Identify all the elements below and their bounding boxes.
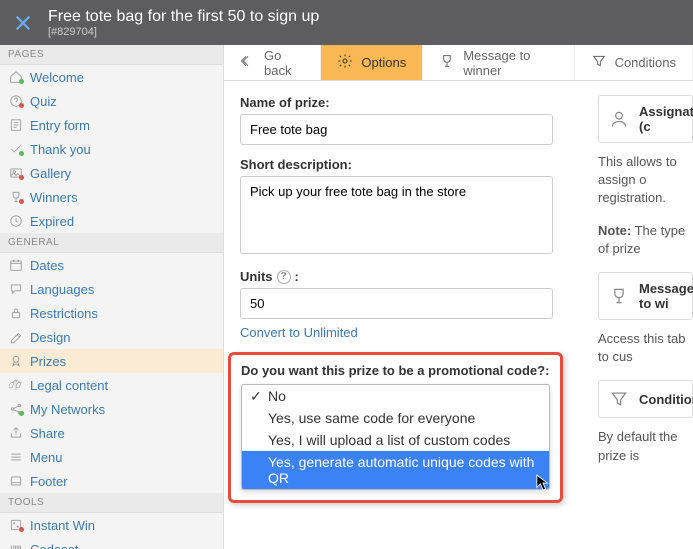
promo-highlight: Do you want this prize to be a promotion… bbox=[228, 352, 563, 503]
section-general: GENERAL bbox=[0, 233, 223, 253]
page-id: [#829704] bbox=[48, 26, 319, 38]
note-text: Note: The type of prize bbox=[598, 222, 693, 258]
assign-box[interactable]: Assignation (c bbox=[598, 95, 693, 143]
expired-icon bbox=[8, 213, 24, 229]
units-input[interactable] bbox=[240, 288, 553, 319]
nav-thankyou[interactable]: Thank you bbox=[0, 137, 223, 161]
convert-link[interactable]: Convert to Unlimited bbox=[240, 325, 568, 340]
home-icon bbox=[8, 69, 24, 85]
help-icon[interactable]: ? bbox=[277, 270, 291, 284]
name-label: Name of prize: bbox=[240, 95, 568, 110]
right-panel: Assignation (c This allows to assign ore… bbox=[584, 81, 693, 549]
menu-icon bbox=[8, 449, 24, 465]
section-tools: TOOLS bbox=[0, 493, 223, 513]
share-icon bbox=[8, 425, 24, 441]
nav-expired[interactable]: Expired bbox=[0, 209, 223, 233]
name-input[interactable] bbox=[240, 114, 553, 145]
nav-prizes[interactable]: Prizes bbox=[0, 349, 223, 373]
gear-icon bbox=[337, 53, 353, 72]
filter-icon bbox=[609, 389, 629, 409]
nav-dates[interactable]: Dates bbox=[0, 253, 223, 277]
nav-gallery[interactable]: Gallery bbox=[0, 161, 223, 185]
lock-icon bbox=[8, 305, 24, 321]
sidebar: PAGES Welcome Quiz Entry form Thank you … bbox=[0, 45, 224, 549]
units-label: Units?: bbox=[240, 269, 568, 284]
nav-entry[interactable]: Entry form bbox=[0, 113, 223, 137]
assign-text: This allows to assign oregistration. bbox=[598, 153, 693, 208]
cursor-icon bbox=[536, 474, 550, 492]
nav-restrictions[interactable]: Restrictions bbox=[0, 301, 223, 325]
quiz-icon bbox=[8, 93, 24, 109]
tab-back[interactable]: Go back bbox=[224, 45, 321, 80]
nav-footer[interactable]: Footer bbox=[0, 469, 223, 493]
promo-opt-qr[interactable]: Yes, generate automatic unique codes wit… bbox=[242, 451, 549, 489]
tab-winner[interactable]: Message to winner bbox=[423, 45, 574, 80]
footer-icon bbox=[8, 473, 24, 489]
nav-instantwin[interactable]: Instant Win bbox=[0, 513, 223, 537]
calendar-icon bbox=[8, 257, 24, 273]
legal-icon bbox=[8, 377, 24, 393]
nav-languages[interactable]: Languages bbox=[0, 277, 223, 301]
dice-icon bbox=[8, 517, 24, 533]
user-icon bbox=[609, 109, 629, 129]
promo-opt-upload[interactable]: Yes, I will upload a list of custom code… bbox=[242, 429, 549, 451]
msg-box[interactable]: Message to wi bbox=[598, 272, 693, 320]
nav-menu[interactable]: Menu bbox=[0, 445, 223, 469]
page-title: Free tote bag for the first 50 to sign u… bbox=[48, 8, 319, 26]
prize-icon bbox=[8, 353, 24, 369]
trophy-icon bbox=[8, 189, 24, 205]
thanks-icon bbox=[8, 141, 24, 157]
nav-legal[interactable]: Legal content bbox=[0, 373, 223, 397]
tab-conditions[interactable]: Conditions bbox=[575, 45, 693, 80]
nav-share[interactable]: Share bbox=[0, 421, 223, 445]
back-icon bbox=[240, 53, 256, 72]
network-icon bbox=[8, 401, 24, 417]
nav-design[interactable]: Design bbox=[0, 325, 223, 349]
nav-quiz[interactable]: Quiz bbox=[0, 89, 223, 113]
promo-dropdown[interactable]: No Yes, use same code for everyone Yes, … bbox=[241, 384, 550, 490]
promo-opt-no[interactable]: No bbox=[242, 385, 549, 407]
nav-networks[interactable]: My Networks bbox=[0, 397, 223, 421]
trophy-icon bbox=[439, 53, 455, 72]
section-pages: PAGES bbox=[0, 45, 223, 65]
desc-label: Short description: bbox=[240, 157, 568, 172]
form-icon bbox=[8, 117, 24, 133]
desc-input[interactable] bbox=[240, 176, 553, 254]
chat-icon bbox=[8, 281, 24, 297]
cond-text: By default the prize is bbox=[598, 428, 693, 464]
msg-text: Access this tab to cus bbox=[598, 330, 693, 366]
nav-winners[interactable]: Winners bbox=[0, 185, 223, 209]
barcode-icon bbox=[8, 541, 24, 549]
tabs: Go back Options Message to winner Condit… bbox=[224, 45, 693, 81]
filter-icon bbox=[591, 53, 607, 72]
promo-opt-same[interactable]: Yes, use same code for everyone bbox=[242, 407, 549, 429]
cond-box[interactable]: Conditions bbox=[598, 380, 693, 418]
promo-label: Do you want this prize to be a promotion… bbox=[241, 363, 550, 378]
trophy-icon bbox=[609, 286, 629, 306]
close-button[interactable] bbox=[8, 8, 38, 38]
design-icon bbox=[8, 329, 24, 345]
tab-options[interactable]: Options bbox=[321, 45, 423, 80]
nav-codeset[interactable]: Codeset bbox=[0, 537, 223, 549]
gallery-icon bbox=[8, 165, 24, 181]
nav-welcome[interactable]: Welcome bbox=[0, 65, 223, 89]
